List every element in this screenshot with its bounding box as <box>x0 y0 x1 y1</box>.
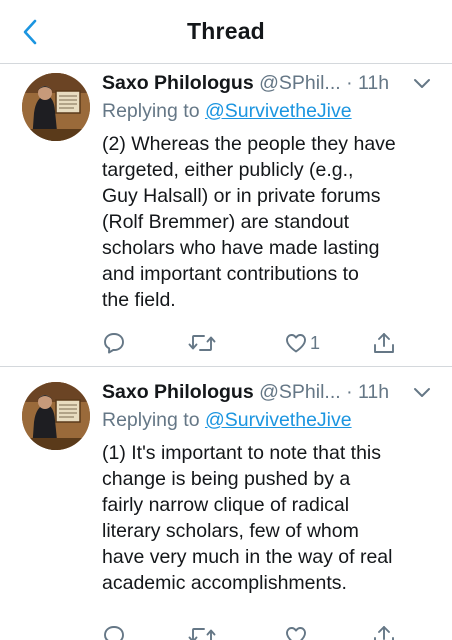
separator-dot: · <box>346 381 353 403</box>
speech-bubble-icon <box>104 626 124 640</box>
tweet-text-line: (Rolf Bremmer) are standout <box>102 211 350 233</box>
avatar-portrait-image <box>22 382 90 450</box>
author-handle[interactable]: @SPhil... <box>259 72 341 94</box>
like-count: 1 <box>310 333 321 353</box>
tweet-text-line: academic accomplishments. <box>102 572 347 594</box>
author-name[interactable]: Saxo Philologus <box>102 381 254 403</box>
reply-button[interactable] <box>102 624 126 640</box>
like-button[interactable] <box>284 624 310 640</box>
tweet[interactable]: Saxo Philologus @SPhil... · 11h Replying… <box>0 368 452 640</box>
tweet-text-line: (1) It's important to note that this <box>102 442 382 464</box>
tweet-text-line: targeted, either publicly (e.g., <box>102 159 354 181</box>
avatar[interactable] <box>22 382 90 450</box>
tweet-timestamp[interactable]: 11h <box>358 72 389 94</box>
tweet-text-line: have very much in the way of real <box>102 546 393 568</box>
tweet-text-line: change is being pushed by a <box>102 468 351 490</box>
retweet-icon <box>188 335 216 351</box>
replying-prefix: Replying to <box>102 100 200 122</box>
tweet-text-line: Guy Halsall) or in private forums <box>102 185 381 207</box>
speech-bubble-icon <box>104 333 124 354</box>
tweet-text: (1) It's important to note that this cha… <box>102 440 444 596</box>
page-title: Thread <box>187 18 265 44</box>
tweet-text-line: scholars who have made lasting <box>102 237 380 259</box>
tweet-text-line: fairly narrow clique of radical <box>102 494 350 516</box>
tweet[interactable]: Saxo Philologus @SPhil... · 11h Replying… <box>0 65 452 367</box>
replying-to-link[interactable]: @SurvivetheJive <box>205 100 352 122</box>
share-icon <box>374 333 394 353</box>
heart-icon <box>286 334 306 353</box>
separator-dot: · <box>346 72 353 94</box>
retweet-button[interactable] <box>188 331 216 355</box>
tweet-text: (2) Whereas the people they have targete… <box>102 131 444 313</box>
heart-icon <box>286 627 306 640</box>
avatar-portrait-image <box>22 73 90 141</box>
share-button[interactable] <box>372 331 396 355</box>
chevron-down-icon[interactable] <box>412 382 432 402</box>
replying-to: Replying to @SurvivetheJive <box>102 97 444 125</box>
tweet-text-line: and important contributions to <box>102 263 359 285</box>
tweet-text-line: the field. <box>102 289 176 311</box>
retweet-icon <box>188 628 216 640</box>
author-name[interactable]: Saxo Philologus <box>102 72 254 94</box>
avatar[interactable] <box>22 73 90 141</box>
tweet-actions <box>0 620 452 640</box>
replying-to-link[interactable]: @SurvivetheJive <box>205 409 352 431</box>
author-handle[interactable]: @SPhil... <box>259 381 341 403</box>
replying-to: Replying to @SurvivetheJive <box>102 406 444 434</box>
like-button[interactable]: 1 <box>284 331 320 355</box>
tweet-text-line: (2) Whereas the people they have <box>102 133 396 155</box>
share-button[interactable] <box>372 624 396 640</box>
tweet-text-line: literary scholars, few of whom <box>102 520 359 542</box>
reply-button[interactable] <box>102 331 126 355</box>
tweet-timestamp[interactable]: 11h <box>358 381 389 403</box>
share-icon <box>374 626 394 640</box>
chevron-down-icon[interactable] <box>412 73 432 93</box>
thread-header: Thread <box>0 0 452 64</box>
tweet-actions: 1 <box>0 327 452 359</box>
retweet-button[interactable] <box>188 624 216 640</box>
replying-prefix: Replying to <box>102 409 200 431</box>
